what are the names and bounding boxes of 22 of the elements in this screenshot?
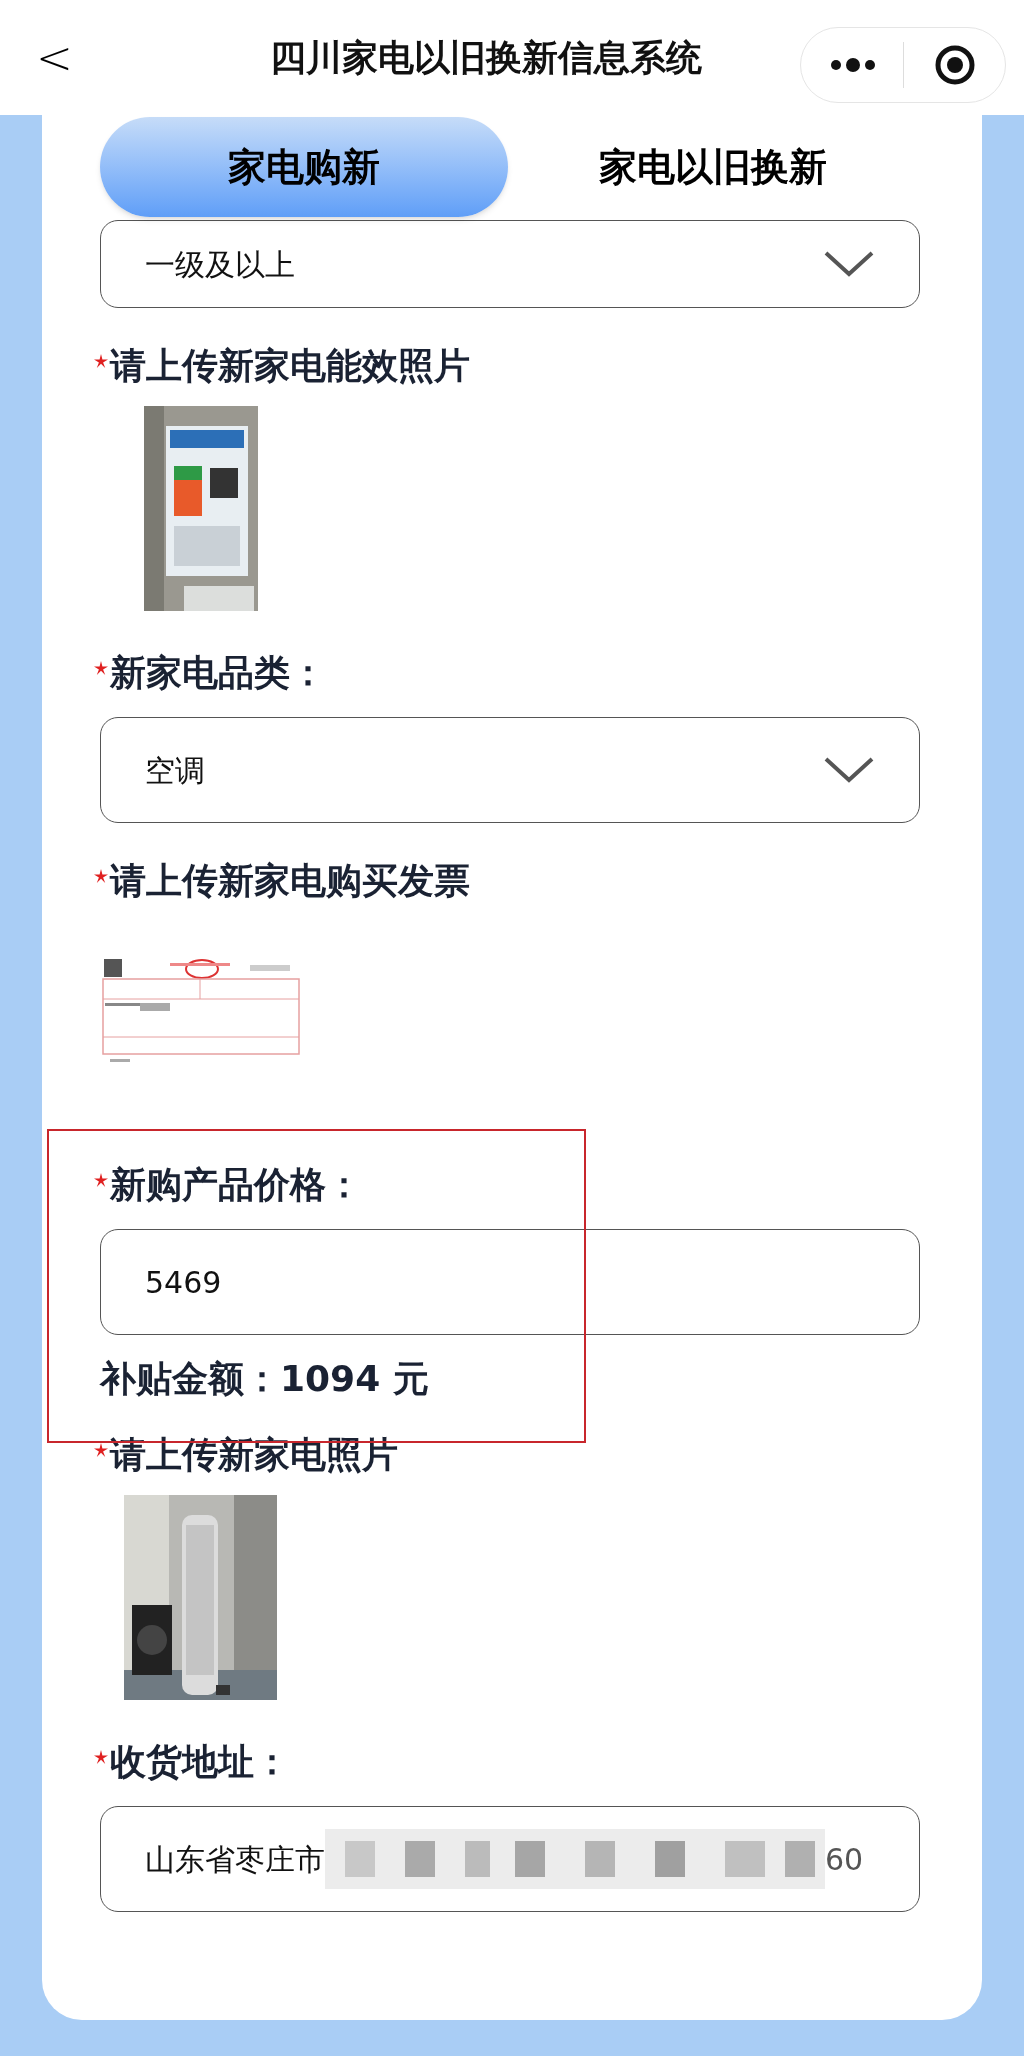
tab[interactable]: 家电购新 [100,117,508,217]
select-value: 空调 [145,751,205,790]
select-field[interactable]: 空调 [100,717,920,823]
input-field[interactable]: 山东省枣庄市 60 [100,1806,920,1912]
page-title: 四川家电以旧换新信息系统 [270,40,702,76]
input-field[interactable]: 5469 [100,1229,920,1335]
chevron-down-icon [823,250,875,278]
select-value: 一级及以上 [145,245,295,284]
field-label: 新家电品类： [110,655,326,691]
select-field[interactable]: 一级及以上 [100,220,920,308]
field-label: 新购产品价格： [110,1167,362,1203]
back-button[interactable]: < [36,36,73,80]
close-icon[interactable] [934,44,976,86]
chevron-down-icon [823,756,875,784]
field-label: 收货地址： [110,1744,290,1780]
field-label: 请上传新家电购买发票 [110,863,470,899]
address-text: 60 [825,1840,864,1879]
tab[interactable]: 家电以旧换新 [508,117,918,217]
field-label: 请上传新家电能效照片 [110,348,470,384]
more-icon[interactable] [829,57,877,73]
address-text: 山东省枣庄市 [145,1840,325,1879]
subsidy-amount: 补贴金额：1094 元 [100,1361,430,1397]
